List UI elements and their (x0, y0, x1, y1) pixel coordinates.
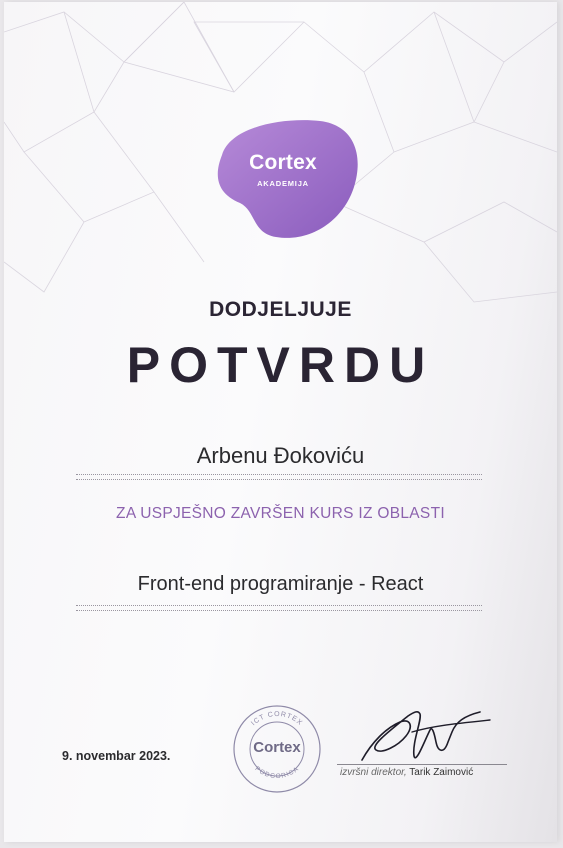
svg-text:PODGORICA: PODGORICA (253, 765, 300, 780)
logo-subtitle: AKADEMIJA (257, 179, 309, 188)
course-name: Front-end programiranje - React (137, 573, 424, 595)
signatory-role: izvršni direktor, (340, 767, 407, 778)
stamp-top-text: ICT CORTEX (250, 711, 303, 727)
recipient-divider (76, 474, 482, 480)
signatory-caption: izvršni direktor, Tarik Zaimović (340, 767, 473, 778)
logo-brand: Cortex (249, 151, 317, 174)
ict-cortex-stamp: ICT CORTEX PODGORICA Cortex (232, 704, 322, 794)
certificate: Cortex AKADEMIJA DODJELJUJE POTVRDU Arbe… (4, 2, 557, 842)
svg-text:ICT CORTEX: ICT CORTEX (250, 711, 304, 727)
signature-mark (361, 711, 491, 761)
awards-heading: DODJELJUJE (209, 298, 352, 321)
issue-date: 9. novembar 2023. (62, 749, 171, 763)
certificate-title: POTVRDU (126, 337, 435, 393)
course-intro: ZA USPJEŠNO ZAVRŠEN KURS IZ OBLASTI (116, 505, 445, 522)
stamp-brand: Cortex (253, 739, 301, 756)
signatory-name: Tarik Zaimović (409, 767, 474, 778)
cortex-akademija-logo: Cortex AKADEMIJA (204, 115, 362, 243)
recipient-name: Arbenu Đokoviću (196, 443, 365, 468)
stamp-bottom-text: PODGORICA (253, 765, 299, 780)
signature-line (337, 764, 507, 765)
course-divider (76, 605, 482, 611)
